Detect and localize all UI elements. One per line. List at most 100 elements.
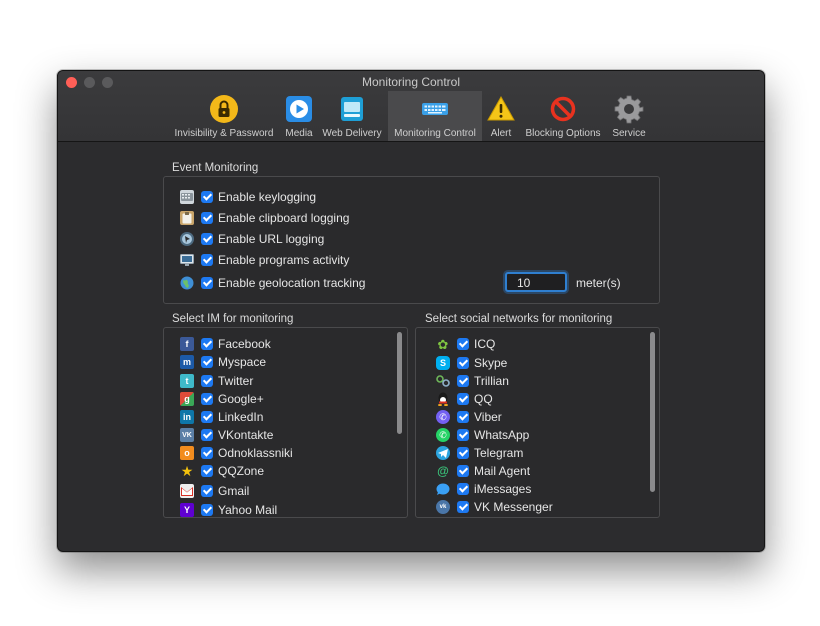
odnoklassniki-label: Odnoklassniki [218, 446, 293, 460]
list-item[interactable]: Y Yahoo Mail [180, 502, 278, 517]
linkedin-label: LinkedIn [218, 410, 264, 424]
twitter-label: Twitter [218, 374, 254, 388]
event-row-url[interactable]: Enable URL logging [180, 231, 324, 247]
geolocation-label: Enable geolocation tracking [218, 276, 366, 290]
trillian-label: Trillian [474, 374, 509, 388]
gmail-icon [180, 484, 194, 498]
list-item[interactable]: ✆ Viber [436, 409, 502, 425]
social-list[interactable]: ✿ ICQ S Skype Trillian QQ ✆ Viber ✆ What… [415, 327, 660, 518]
list-item[interactable]: S Skype [436, 355, 507, 371]
whatsapp-checkbox[interactable] [457, 429, 469, 441]
tab-monitoring-control[interactable]: Monitoring Control [388, 91, 482, 141]
mail-agent-label: Mail Agent [474, 464, 531, 478]
tab-invisibility-password[interactable]: Invisibility & Password [170, 91, 278, 141]
star-icon: ★ [180, 463, 194, 479]
event-monitoring-label: Event Monitoring [172, 162, 259, 174]
twitter-checkbox[interactable] [201, 375, 213, 387]
geolocation-checkbox[interactable] [201, 277, 213, 289]
vkontakte-checkbox[interactable] [201, 429, 213, 441]
vk-icon: VK [180, 428, 194, 442]
keyboard-icon [180, 190, 194, 204]
im-scrollbar[interactable] [397, 332, 402, 434]
qqzone-checkbox[interactable] [201, 465, 213, 477]
list-item[interactable]: Gmail [180, 483, 249, 499]
tab-blocking-options[interactable]: Blocking Options [520, 91, 606, 141]
monitor-icon [180, 253, 194, 267]
list-item[interactable]: f Facebook [180, 336, 271, 352]
titlebar: Monitoring Control Invisibility & Passwo… [58, 71, 764, 142]
list-item[interactable]: ✆ WhatsApp [436, 427, 529, 443]
myspace-label: Myspace [218, 355, 267, 369]
icq-checkbox[interactable] [457, 338, 469, 350]
vk-messenger-checkbox[interactable] [457, 501, 469, 513]
facebook-checkbox[interactable] [201, 338, 213, 350]
list-item[interactable]: t Twitter [180, 373, 253, 389]
gear-icon [614, 94, 644, 124]
list-item[interactable]: m Myspace [180, 354, 266, 370]
trillian-checkbox[interactable] [457, 375, 469, 387]
list-item[interactable]: g Google+ [180, 391, 264, 407]
social-scrollbar[interactable] [650, 332, 655, 492]
blocked-icon [548, 94, 578, 124]
geolocation-distance-input[interactable]: 10 [505, 272, 567, 292]
google-plus-checkbox[interactable] [201, 393, 213, 405]
viber-label: Viber [474, 410, 502, 424]
tab-service[interactable]: Service [609, 91, 649, 141]
vk-messenger-icon: vk [436, 500, 450, 514]
imessages-label: iMessages [474, 482, 532, 496]
telegram-checkbox[interactable] [457, 447, 469, 459]
programs-activity-label: Enable programs activity [218, 253, 350, 267]
keyboard-icon [420, 94, 450, 124]
list-item[interactable]: vk VK Messenger [436, 499, 553, 515]
odnoklassniki-checkbox[interactable] [201, 447, 213, 459]
programs-activity-checkbox[interactable] [201, 254, 213, 266]
trillian-icon [436, 374, 450, 388]
qq-checkbox[interactable] [457, 393, 469, 405]
gmail-label: Gmail [218, 484, 250, 498]
mail-agent-checkbox[interactable] [457, 465, 469, 477]
gmail-checkbox[interactable] [201, 485, 213, 497]
facebook-label: Facebook [218, 337, 271, 351]
distance-unit-label: meter(s) [576, 276, 621, 290]
qq-icon [436, 392, 450, 406]
list-item[interactable]: in LinkedIn [180, 409, 263, 425]
icq-label: ICQ [474, 337, 496, 351]
myspace-checkbox[interactable] [201, 356, 213, 368]
list-item[interactable]: o Odnoklassniki [180, 445, 293, 461]
list-item[interactable]: @ Mail Agent [436, 463, 530, 479]
imessages-checkbox[interactable] [457, 483, 469, 495]
list-item[interactable]: QQ [436, 391, 493, 407]
telegram-icon [436, 446, 450, 460]
skype-checkbox[interactable] [457, 357, 469, 369]
event-row-clipboard[interactable]: Enable clipboard logging [180, 210, 349, 226]
linkedin-checkbox[interactable] [201, 411, 213, 423]
im-section-label: Select IM for monitoring [172, 313, 294, 325]
list-item[interactable]: ✿ ICQ [436, 336, 496, 352]
monitoring-control-window: Monitoring Control Invisibility & Passwo… [57, 70, 765, 552]
odnoklassniki-icon: o [180, 446, 194, 460]
list-item[interactable]: Trillian [436, 373, 509, 389]
list-item[interactable]: ★ QQZone [180, 463, 264, 479]
imessages-icon [436, 482, 450, 496]
tab-alert[interactable]: Alert [486, 91, 516, 141]
keylogging-checkbox[interactable] [201, 191, 213, 203]
im-list[interactable]: f Facebook m Myspace t Twitter g Google+… [163, 327, 408, 518]
event-row-keylogging[interactable]: Enable keylogging [180, 189, 316, 205]
url-logging-checkbox[interactable] [201, 233, 213, 245]
warning-icon [486, 94, 516, 124]
qq-label: QQ [474, 392, 493, 406]
qqzone-label: QQZone [218, 464, 265, 478]
clipboard-logging-checkbox[interactable] [201, 212, 213, 224]
event-row-programs[interactable]: Enable programs activity [180, 252, 349, 268]
list-item[interactable]: Telegram [436, 445, 523, 461]
viber-checkbox[interactable] [457, 411, 469, 423]
google-plus-label: Google+ [218, 392, 264, 406]
list-item[interactable]: VK VKontakte [180, 427, 273, 443]
yahoo-mail-label: Yahoo Mail [218, 503, 278, 517]
linkedin-icon: in [180, 410, 194, 424]
event-row-geolocation[interactable]: Enable geolocation tracking [180, 275, 365, 291]
tab-web-delivery[interactable]: Web Delivery [320, 91, 384, 141]
yahoo-mail-checkbox[interactable] [201, 504, 213, 516]
list-item[interactable]: iMessages [436, 481, 531, 497]
tab-media[interactable]: Media [282, 91, 316, 141]
